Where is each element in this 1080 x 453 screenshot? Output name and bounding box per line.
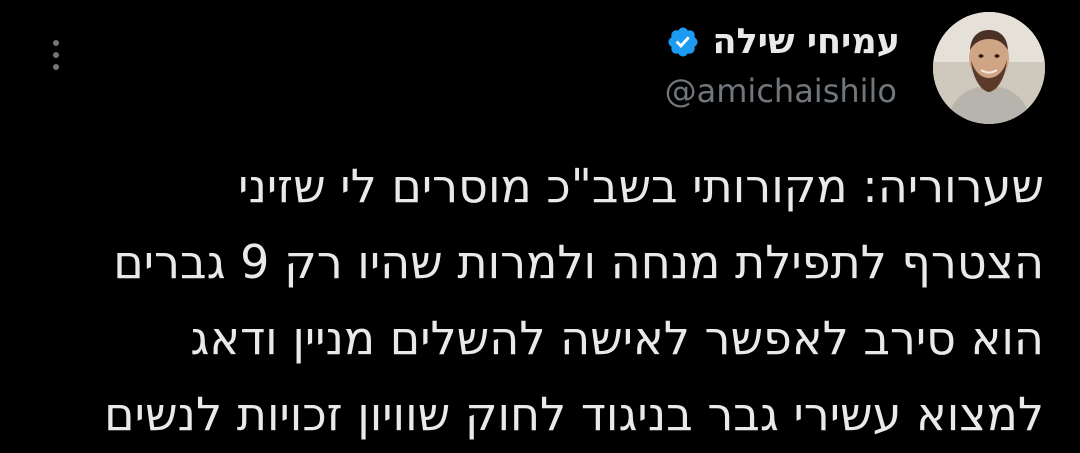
tweet-body: שערוריה: מקורותי בשב"כ מוסרים לי שזיני ה… [34, 148, 1044, 452]
tweet-text-line: למצוא עשירי גבר בניגוד לחוק שוויון זכויו… [104, 387, 1044, 441]
avatar[interactable] [933, 12, 1045, 124]
more-options-button[interactable] [40, 32, 72, 78]
more-vertical-icon-dot [53, 64, 59, 70]
author-display-name[interactable]: עמיחי שילה [712, 18, 900, 66]
tweet-text-line: הוא סירב לאפשר לאישה להשלים מניין ודאג [190, 311, 1044, 365]
profile-photo-icon [933, 12, 1045, 124]
more-vertical-icon-dot [53, 52, 59, 58]
tweet-text-line: שערוריה: מקורותי בשב"כ מוסרים לי שזיני [238, 159, 1044, 213]
author-name-row[interactable]: עמיחי שילה [666, 18, 900, 66]
verified-badge-icon [666, 25, 700, 59]
author-handle[interactable]: @amichaishilo [665, 70, 897, 112]
tweet-text-line: הצטרף לתפילת מנחה ולמרות שהיו רק 9 גברים [113, 235, 1044, 289]
more-vertical-icon [53, 40, 59, 46]
tweet-card: עמיחי שילה @amichaishilo שערוריה: מקורות… [0, 0, 1080, 453]
